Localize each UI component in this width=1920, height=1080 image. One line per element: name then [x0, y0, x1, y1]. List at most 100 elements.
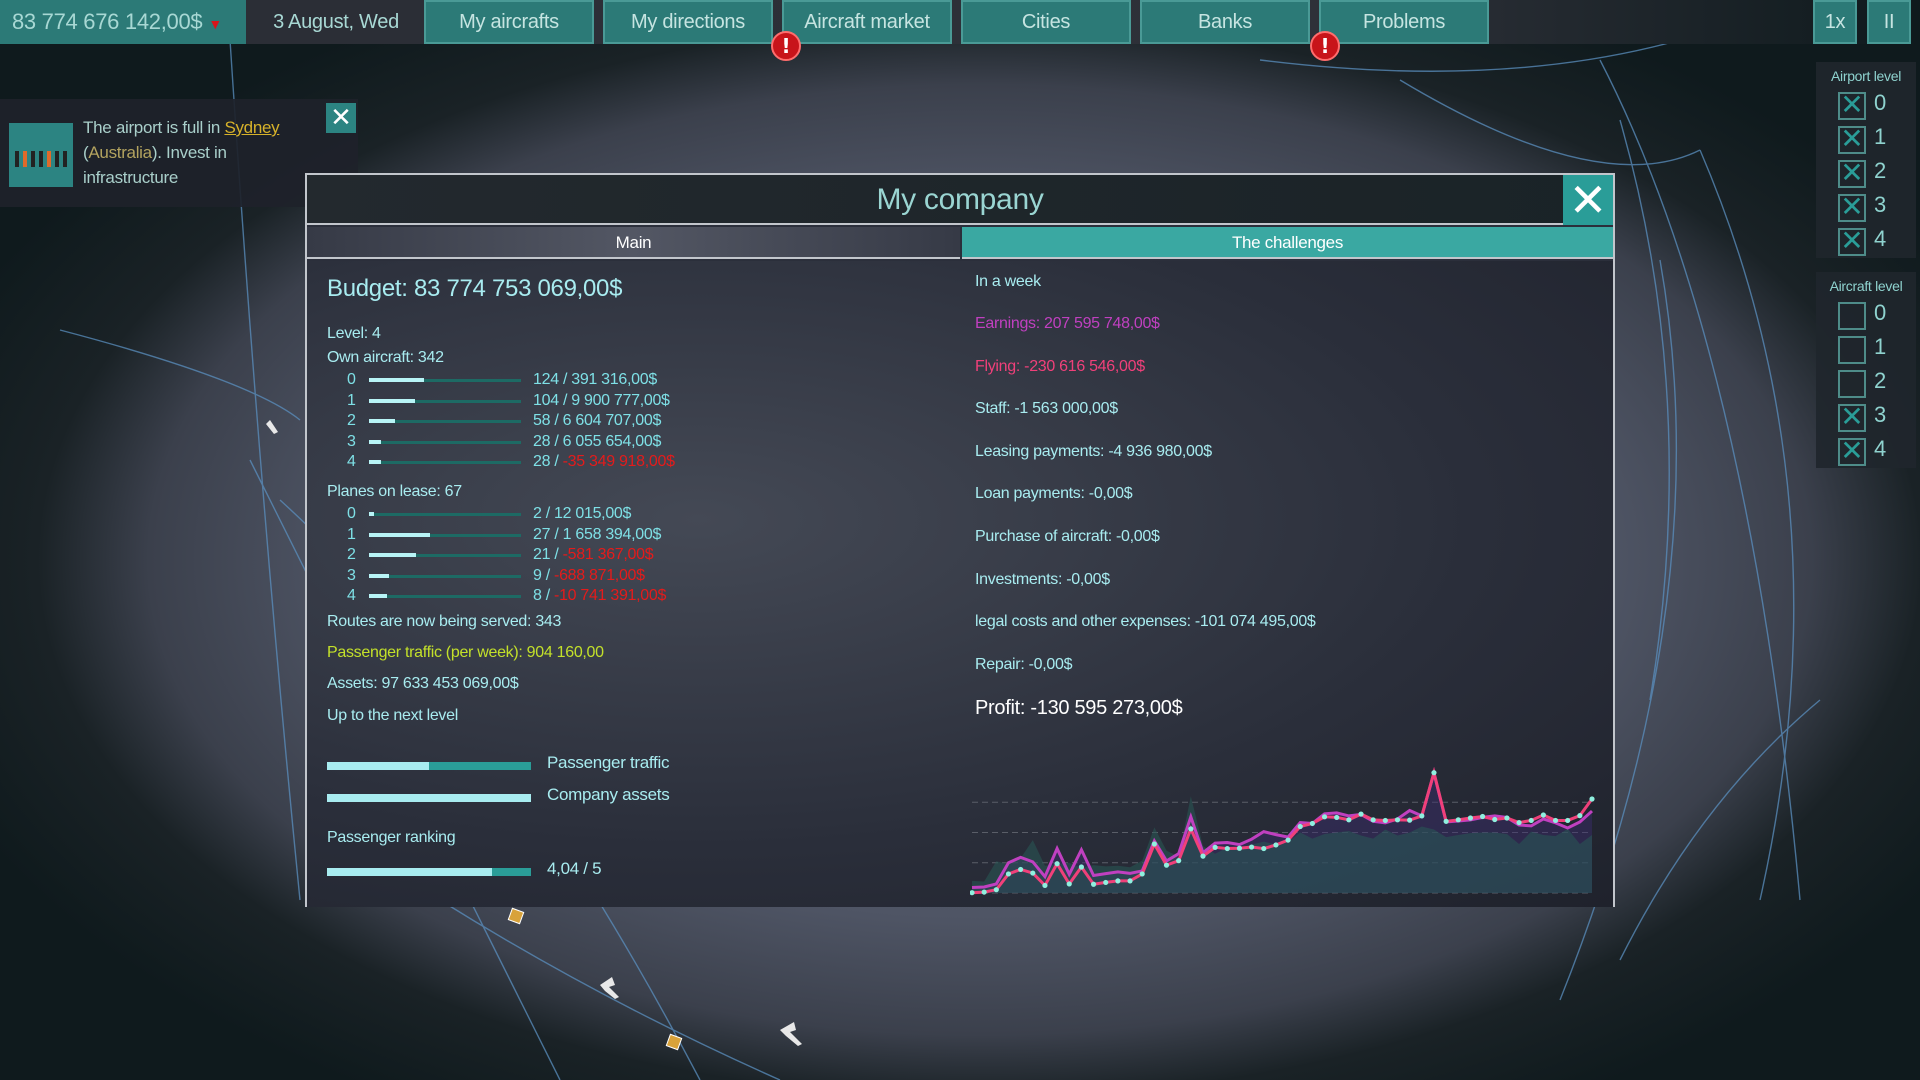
- nav-my-directions[interactable]: My directions: [603, 0, 773, 44]
- row-count: 8 /: [533, 587, 555, 604]
- row-count: 28 /: [533, 432, 563, 450]
- routes-text: Routes are now being served: 343: [327, 613, 562, 630]
- row-bar-fill: [369, 553, 417, 557]
- checked-box-icon[interactable]: ✕: [1838, 193, 1866, 222]
- unchecked-box-icon[interactable]: [1838, 370, 1866, 398]
- lease-row: 3 9 / -688 871,00$: [347, 567, 747, 587]
- data-point: [1054, 861, 1060, 867]
- checked-box-icon[interactable]: ✕: [1838, 125, 1866, 154]
- city-link[interactable]: Sydney: [224, 118, 279, 137]
- row-value: -35 349 918,00$: [562, 453, 675, 470]
- row-bar: [369, 594, 521, 598]
- data-point: [1589, 796, 1595, 802]
- row-level: 3: [347, 432, 356, 450]
- row-bar-fill: [369, 460, 382, 464]
- data-point: [1382, 817, 1388, 824]
- challenge-line: Investments: -0,00$: [975, 570, 1110, 588]
- row-bar-fill: [369, 594, 388, 598]
- speed-button[interactable]: 1x: [1813, 0, 1857, 44]
- own-aircraft-text: Own aircraft: 342: [327, 349, 444, 366]
- data-point: [1115, 878, 1121, 884]
- game-date: 3 August, Wed: [273, 11, 399, 33]
- data-point: [1018, 866, 1024, 873]
- data-point: [1552, 817, 1559, 824]
- lease-row: 2 21 / -581 367,00$: [347, 546, 747, 566]
- country-link[interactable]: Australia: [88, 143, 152, 162]
- data-point: [1394, 817, 1401, 823]
- dialog-title: My company: [876, 183, 1044, 216]
- lease-row: 1 27 / 1 658 394,00$: [347, 526, 747, 546]
- filter-row[interactable]: ✕ 3: [1816, 400, 1916, 434]
- level-number: 4: [1874, 226, 1886, 251]
- filter-row[interactable]: ✕ 4: [1816, 434, 1916, 468]
- alert-icon: !: [771, 31, 801, 61]
- data-point: [1151, 841, 1157, 847]
- checked-box-icon[interactable]: ✕: [1838, 227, 1866, 256]
- pause-button[interactable]: II: [1867, 0, 1911, 44]
- filter-row[interactable]: ✕ 0: [1816, 88, 1916, 122]
- data-point: [1188, 826, 1194, 832]
- nav-my-aircrafts[interactable]: My aircrafts: [424, 0, 594, 44]
- weekly-chart: [969, 761, 1610, 901]
- row-level: 1: [347, 525, 356, 543]
- data-point: [1042, 882, 1048, 889]
- data-point: [993, 887, 999, 893]
- challenge-line: Repair: -0,00$: [975, 655, 1073, 673]
- aircraft-level-filter: Aircraft level 0 1 2 ✕ 3 ✕ 4: [1816, 272, 1916, 468]
- row-count: 28 /: [533, 453, 563, 470]
- level-number: 1: [1874, 124, 1886, 149]
- challenge-line: Flying: -230 616 546,00$: [975, 357, 1145, 375]
- close-notification-icon[interactable]: ✕: [326, 103, 356, 133]
- filter-row[interactable]: 1: [1816, 332, 1916, 366]
- checked-box-icon[interactable]: ✕: [1838, 403, 1866, 432]
- filter-row[interactable]: 2: [1816, 366, 1916, 400]
- row-bar: [369, 460, 521, 464]
- filter-row[interactable]: ✕ 3: [1816, 190, 1916, 224]
- balance-display[interactable]: 83 774 676 142,00$ ▼: [0, 0, 246, 44]
- data-point: [1078, 864, 1085, 870]
- unchecked-box-icon[interactable]: [1838, 336, 1866, 364]
- nav-problems[interactable]: Problems: [1319, 0, 1489, 44]
- planes-on-lease-text: Planes on lease: 67: [327, 483, 462, 500]
- row-level: 4: [347, 453, 356, 470]
- checked-box-icon[interactable]: ✕: [1838, 437, 1866, 466]
- row-bar-fill: [369, 439, 382, 444]
- nav-banks[interactable]: Banks: [1140, 0, 1310, 44]
- challenge-line: Purchase of aircraft: -0,00$: [975, 528, 1160, 545]
- unchecked-box-icon[interactable]: [1838, 302, 1866, 330]
- filter-row[interactable]: 0: [1816, 298, 1916, 332]
- row-level: 1: [347, 391, 356, 409]
- filter-row[interactable]: ✕ 2: [1816, 156, 1916, 190]
- level-number: 1: [1874, 334, 1886, 359]
- data-point: [1565, 817, 1571, 824]
- nav-aircraft-market[interactable]: Aircraft market: [782, 0, 952, 44]
- progress-label: Passenger traffic: [547, 753, 670, 772]
- row-bar-fill: [369, 573, 389, 578]
- filter-row[interactable]: ✕ 1: [1816, 122, 1916, 156]
- checked-box-icon[interactable]: ✕: [1838, 91, 1866, 120]
- lease-row: 0 2 / 12 015,00$: [347, 505, 747, 525]
- challenge-line: Leasing payments: -4 936 980,00$: [975, 442, 1212, 460]
- checked-box-icon[interactable]: ✕: [1838, 159, 1866, 188]
- row-bar: [369, 553, 521, 557]
- row-bar: [369, 439, 521, 444]
- data-point: [1212, 844, 1218, 850]
- data-point: [1516, 819, 1522, 826]
- challenge-line: Staff: -1 563 000,00$: [975, 400, 1118, 418]
- tab-the-challenges[interactable]: The challenges: [962, 227, 1613, 259]
- tab-main[interactable]: Main: [307, 227, 960, 259]
- alert-icon: !: [1310, 31, 1340, 61]
- own-aircraft-row: 2 58 / 6 604 707,00$: [347, 412, 747, 432]
- passenger-ranking-heading: Passenger ranking: [327, 829, 456, 846]
- filter-row[interactable]: ✕ 4: [1816, 224, 1916, 258]
- data-point: [1540, 812, 1546, 818]
- level-number: 3: [1874, 402, 1886, 427]
- data-point: [1346, 817, 1352, 823]
- passenger-traffic-text: Passenger traffic (per week): 904 160,00: [327, 644, 604, 661]
- row-count: 58 /: [533, 412, 563, 429]
- nav-cities[interactable]: Cities: [961, 0, 1131, 44]
- row-level: 2: [347, 412, 356, 429]
- row-bar-fill: [369, 398, 415, 403]
- challenge-line: legal costs and other expenses: -101 074…: [975, 613, 1316, 631]
- close-dialog-icon[interactable]: ✕: [1563, 175, 1613, 225]
